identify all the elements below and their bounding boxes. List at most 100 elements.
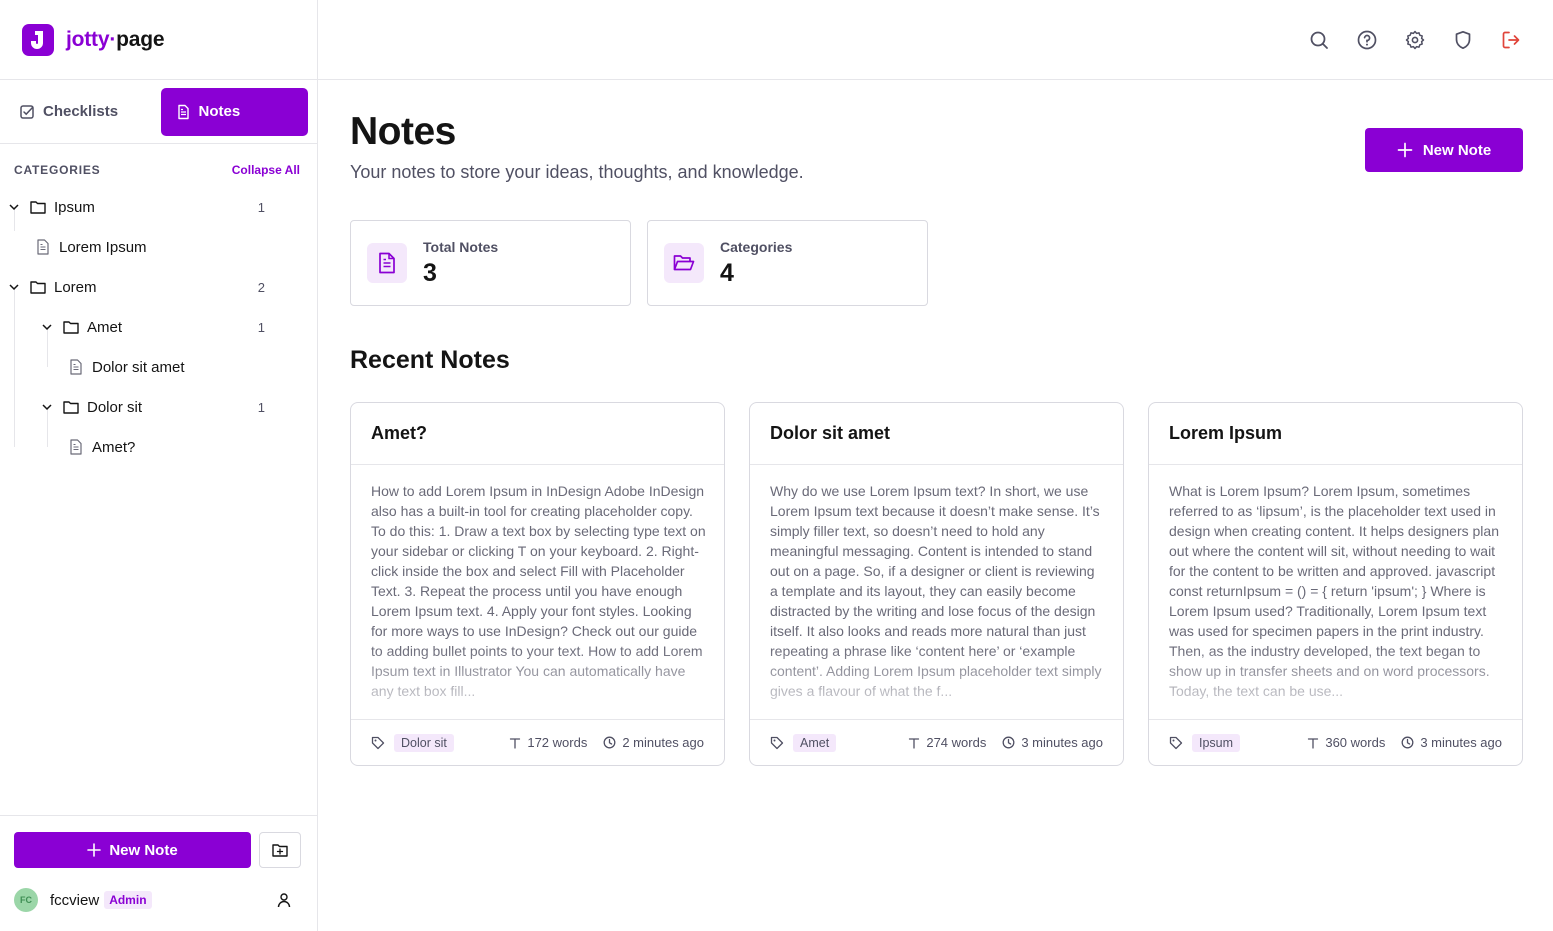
avatar[interactable]: FC	[14, 888, 38, 912]
note-icon	[36, 239, 50, 255]
text-icon	[909, 737, 920, 749]
tree-label: Lorem Ipsum	[59, 238, 147, 256]
tree-count: 2	[257, 279, 265, 295]
tree-folder-lorem[interactable]: Lorem 2	[0, 267, 318, 307]
chevron-down-icon[interactable]	[41, 321, 53, 333]
help-icon[interactable]	[1355, 28, 1379, 52]
word-count: 360 words	[1307, 735, 1385, 750]
categories-title: CATEGORIES	[14, 163, 101, 177]
tree-note-lorem-ipsum[interactable]: Lorem Ipsum	[0, 227, 318, 267]
word-count: 172 words	[509, 735, 587, 750]
tree-note-amet[interactable]: Amet?	[0, 427, 318, 467]
note-card-title: Amet?	[351, 403, 724, 465]
collapse-all-button[interactable]: Collapse All	[232, 163, 300, 177]
folder-icon	[63, 320, 79, 334]
sidebar-footer: New Note FC fccview Admin	[0, 815, 317, 931]
category-tag[interactable]: Dolor sit	[394, 733, 454, 752]
username: fccview	[50, 891, 100, 909]
tab-notes[interactable]: Notes	[160, 87, 308, 136]
page-subtitle: Your notes to store your ideas, thoughts…	[350, 162, 804, 182]
clock-icon	[1401, 736, 1414, 749]
updated-time: 3 minutes ago	[1002, 735, 1103, 750]
updated-time: 3 minutes ago	[1401, 735, 1502, 750]
note-card-footer: Amet 274 words 3 minutes ago	[750, 719, 1123, 765]
recent-notes-title: Recent Notes	[350, 346, 510, 374]
tag-icon	[1169, 736, 1183, 749]
clock-icon	[1002, 736, 1015, 749]
tree-folder-dolor-sit[interactable]: Dolor sit 1	[0, 387, 318, 427]
checkbox-icon	[20, 104, 34, 119]
category-tag[interactable]: Amet	[793, 733, 837, 752]
note-card-title: Dolor sit amet	[750, 403, 1123, 465]
stat-categories: Categories 4	[647, 220, 928, 306]
tab-checklists[interactable]: Checklists	[9, 88, 153, 136]
brand[interactable]: jotty·page	[0, 0, 317, 80]
gear-icon[interactable]	[1403, 28, 1427, 52]
stat-label: Total Notes	[423, 239, 499, 255]
text-icon	[1308, 737, 1319, 749]
tree-label: Lorem	[54, 278, 97, 296]
tag-icon	[770, 736, 784, 749]
chevron-down-icon[interactable]	[8, 201, 20, 213]
logo	[22, 23, 54, 56]
search-icon[interactable]	[1307, 28, 1331, 52]
tree-note-dolor-sit-amet[interactable]: Dolor sit amet	[0, 347, 318, 387]
sidebar-new-note-button[interactable]: New Note	[14, 832, 251, 868]
tree-label: Dolor sit amet	[92, 358, 185, 376]
plus-icon	[1397, 142, 1413, 158]
tree-count: 1	[257, 199, 265, 215]
note-card[interactable]: Amet? How to add Lorem Ipsum in InDesign…	[350, 402, 725, 766]
logout-icon[interactable]	[1499, 28, 1523, 52]
chevron-down-icon[interactable]	[41, 401, 53, 413]
tree-label: Amet?	[92, 438, 136, 456]
word-count-label: 172 words	[527, 735, 588, 750]
note-icon	[367, 243, 407, 283]
clock-icon	[603, 736, 616, 749]
tree-folder-ipsum[interactable]: Ipsum 1	[0, 187, 318, 227]
note-card-excerpt: How to add Lorem Ipsum in InDesign Adobe…	[371, 483, 706, 699]
topbar	[318, 0, 1553, 80]
tree-count: 1	[257, 319, 265, 335]
note-icon	[69, 439, 83, 455]
note-card-excerpt: What is Lorem Ipsum? Lorem Ipsum, someti…	[1169, 483, 1499, 699]
folder-icon	[63, 400, 79, 414]
word-count-label: 360 words	[1325, 735, 1386, 750]
folder-icon	[30, 280, 46, 294]
tree-label: Amet	[87, 318, 123, 336]
user-row: FC fccview Admin	[14, 888, 304, 912]
tree-folder-amet[interactable]: Amet 1	[0, 307, 318, 347]
note-card-title: Lorem Ipsum	[1149, 403, 1522, 465]
new-note-button[interactable]: New Note	[1365, 128, 1523, 172]
tab-notes-label: Notes	[198, 103, 241, 120]
word-count: 274 words	[908, 735, 986, 750]
note-icon	[69, 359, 83, 375]
main-content: Notes Your notes to store your ideas, th…	[318, 80, 1553, 931]
updated-time-label: 2 minutes ago	[622, 735, 704, 750]
mode-tabs: Checklists Notes	[0, 80, 317, 144]
updated-time-label: 3 minutes ago	[1420, 735, 1502, 750]
tree-label: Dolor sit	[87, 398, 143, 416]
note-icon	[177, 104, 189, 119]
stat-total-notes: Total Notes 3	[350, 220, 631, 306]
word-count-label: 274 words	[926, 735, 987, 750]
note-card[interactable]: Dolor sit amet Why do we use Lorem Ipsum…	[749, 402, 1124, 766]
tab-checklists-label: Checklists	[43, 103, 119, 120]
tree-label: Ipsum	[54, 198, 95, 216]
note-card[interactable]: Lorem Ipsum What is Lorem Ipsum? Lorem I…	[1148, 402, 1523, 766]
sidebar: jotty·page Checklists Notes CATEGORIES C…	[0, 0, 318, 931]
page-title: Notes	[350, 110, 456, 153]
plus-icon	[87, 843, 102, 857]
stat-value: 4	[720, 259, 734, 287]
category-tag[interactable]: Ipsum	[1192, 733, 1241, 752]
folder-open-icon	[664, 243, 704, 283]
updated-time: 2 minutes ago	[603, 735, 704, 750]
new-category-button[interactable]	[259, 832, 301, 868]
user-icon[interactable]	[276, 892, 292, 913]
new-note-label: New Note	[1422, 141, 1492, 159]
chevron-down-icon[interactable]	[8, 281, 20, 293]
note-card-excerpt: Why do we use Lorem Ipsum text? In short…	[770, 483, 1102, 699]
note-card-footer: Dolor sit 172 words 2 minutes ago	[351, 719, 724, 765]
stat-value: 3	[423, 259, 437, 287]
sidebar-new-note-label: New Note	[109, 841, 178, 859]
shield-icon[interactable]	[1451, 28, 1475, 52]
